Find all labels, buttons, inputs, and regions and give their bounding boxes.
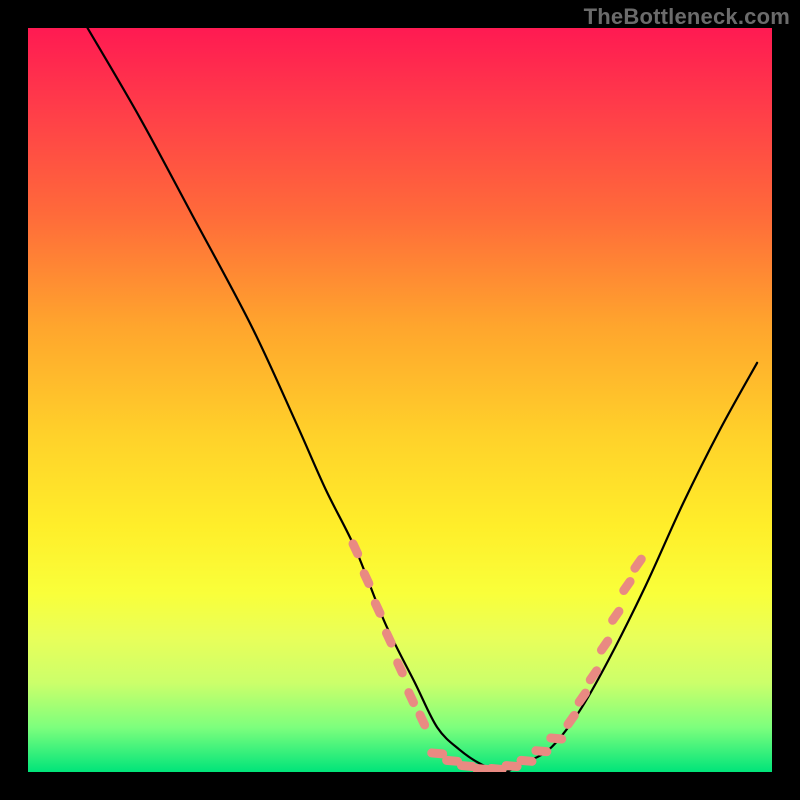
highlight-dot <box>364 574 369 584</box>
chart-frame: TheBottleneck.com <box>0 0 800 800</box>
highlight-dot <box>420 715 425 725</box>
highlight-dot <box>568 715 574 724</box>
highlight-dot <box>536 751 547 752</box>
highlight-dot <box>624 581 630 590</box>
highlight-dot <box>461 766 472 767</box>
highlight-dot <box>398 663 403 673</box>
highlight-dot <box>375 603 380 613</box>
highlight-points-right <box>568 559 641 724</box>
highlight-dot <box>353 544 358 554</box>
highlight-points-left <box>353 544 425 725</box>
curve-layer <box>28 28 772 772</box>
highlight-dot <box>491 769 502 770</box>
bottleneck-curve <box>88 28 758 772</box>
highlight-dot <box>447 760 458 761</box>
highlight-dot <box>521 760 532 761</box>
highlight-dot <box>387 633 392 643</box>
plot-area <box>28 28 772 772</box>
highlight-dot <box>601 641 607 650</box>
highlight-dot <box>506 766 517 767</box>
highlight-dot <box>409 693 414 703</box>
highlight-dot <box>635 559 641 568</box>
highlight-dot <box>551 738 562 739</box>
highlight-dot <box>590 671 596 680</box>
watermark-text: TheBottleneck.com <box>584 4 790 30</box>
highlight-dot <box>476 769 487 770</box>
highlight-dot <box>613 611 619 620</box>
highlight-dot <box>579 693 585 702</box>
highlight-dot <box>432 753 443 754</box>
